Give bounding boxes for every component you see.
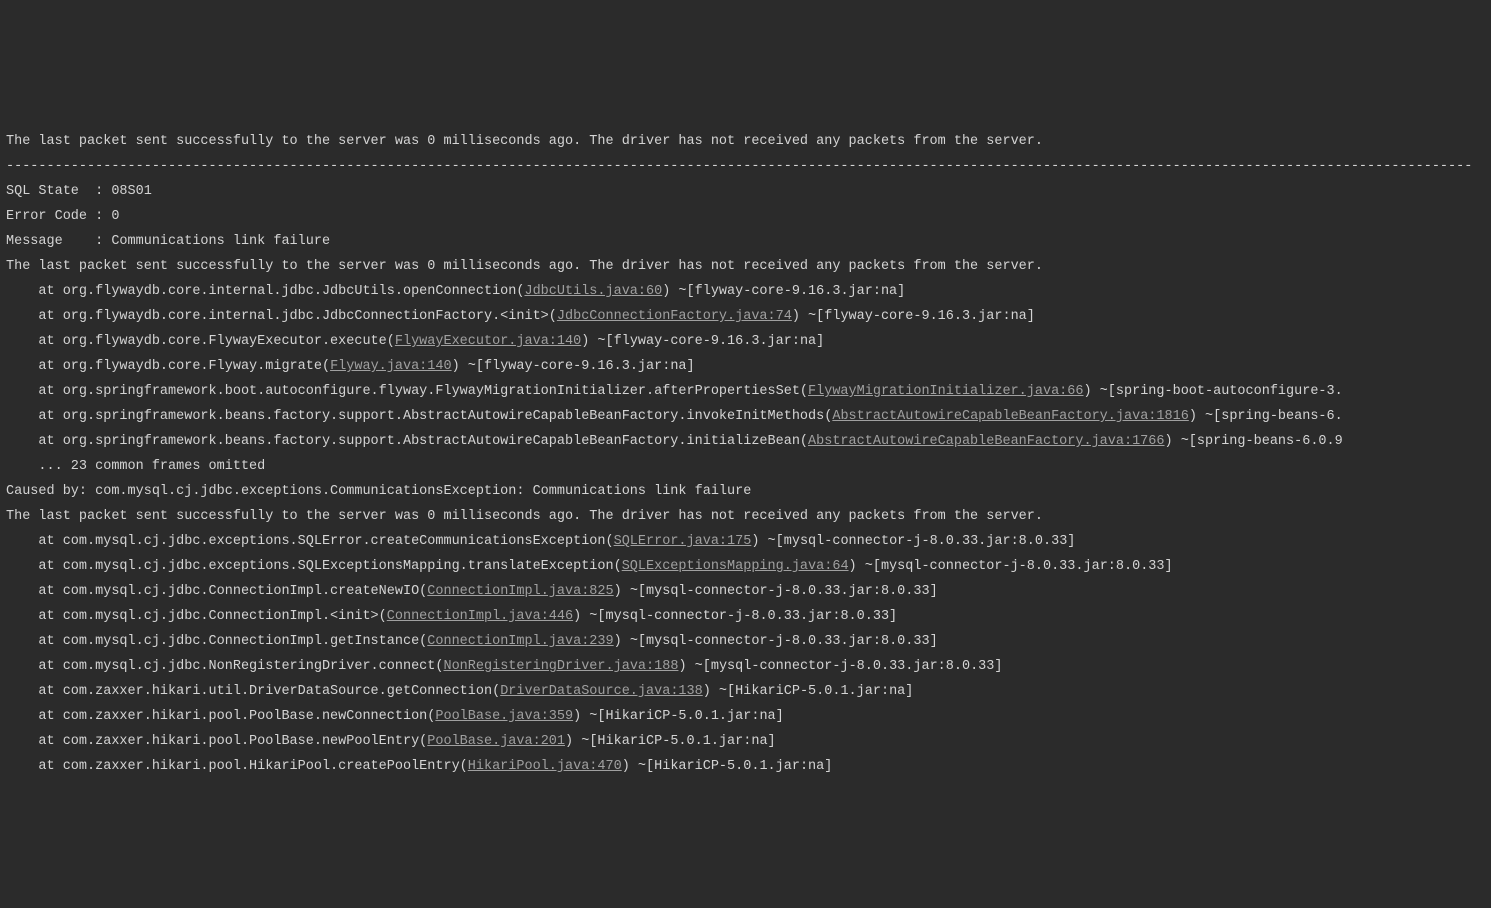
stack-frame-line: at org.flywaydb.core.Flyway.migrate(Flyw…	[6, 354, 1485, 379]
console-output[interactable]: The last packet sent successfully to the…	[0, 125, 1491, 783]
log-text: SQL State : 08S01	[6, 184, 152, 199]
source-link[interactable]: FlywayMigrationInitializer.java:66	[808, 384, 1083, 399]
log-line: ----------------------------------------…	[6, 154, 1485, 179]
stack-frame-line: at com.mysql.cj.jdbc.ConnectionImpl.getI…	[6, 629, 1485, 654]
log-text: The last packet sent successfully to the…	[6, 259, 1043, 274]
frame-after-text: ) ~[flyway-core-9.16.3.jar:na]	[452, 359, 695, 374]
log-line: Message : Communications link failure	[6, 229, 1485, 254]
log-text: Message : Communications link failure	[6, 234, 330, 249]
stack-frame-line: at com.zaxxer.hikari.pool.PoolBase.newCo…	[6, 704, 1485, 729]
frame-before-text: at org.flywaydb.core.Flyway.migrate(	[6, 359, 330, 374]
frame-after-text: ) ~[HikariCP-5.0.1.jar:na]	[703, 684, 914, 699]
stack-frame-line: at com.mysql.cj.jdbc.exceptions.SQLExcep…	[6, 554, 1485, 579]
frame-after-text: ) ~[mysql-connector-j-8.0.33.jar:8.0.33]	[849, 559, 1173, 574]
frame-before-text: at org.flywaydb.core.internal.jdbc.JdbcC…	[6, 309, 557, 324]
log-text: ----------------------------------------…	[6, 159, 1472, 174]
source-link[interactable]: HikariPool.java:470	[468, 759, 622, 774]
frame-after-text: ) ~[flyway-core-9.16.3.jar:na]	[792, 309, 1035, 324]
log-line: The last packet sent successfully to the…	[6, 254, 1485, 279]
frame-after-text: ) ~[HikariCP-5.0.1.jar:na]	[565, 734, 776, 749]
frame-before-text: at com.mysql.cj.jdbc.ConnectionImpl.<ini…	[6, 609, 387, 624]
frame-before-text: at com.mysql.cj.jdbc.exceptions.SQLExcep…	[6, 559, 622, 574]
log-line: ... 23 common frames omitted	[6, 454, 1485, 479]
frame-before-text: at com.mysql.cj.jdbc.ConnectionImpl.crea…	[6, 584, 427, 599]
frame-before-text: at com.zaxxer.hikari.pool.HikariPool.cre…	[6, 759, 468, 774]
stack-frame-line: at com.mysql.cj.jdbc.ConnectionImpl.crea…	[6, 579, 1485, 604]
frame-before-text: at com.zaxxer.hikari.pool.PoolBase.newCo…	[6, 709, 435, 724]
stack-frame-line: at org.flywaydb.core.FlywayExecutor.exec…	[6, 329, 1485, 354]
stack-frame-line: at com.zaxxer.hikari.util.DriverDataSour…	[6, 679, 1485, 704]
source-link[interactable]: ConnectionImpl.java:446	[387, 609, 573, 624]
frame-after-text: ) ~[flyway-core-9.16.3.jar:na]	[662, 284, 905, 299]
source-link[interactable]: FlywayExecutor.java:140	[395, 334, 581, 349]
frame-before-text: at org.springframework.beans.factory.sup…	[6, 409, 832, 424]
frame-after-text: ) ~[spring-boot-autoconfigure-3.	[1083, 384, 1342, 399]
frame-after-text: ) ~[HikariCP-5.0.1.jar:na]	[573, 709, 784, 724]
stack-frame-line: at com.mysql.cj.jdbc.ConnectionImpl.<ini…	[6, 604, 1485, 629]
log-text: Error Code : 0	[6, 209, 119, 224]
log-line: The last packet sent successfully to the…	[6, 129, 1485, 154]
frame-after-text: ) ~[mysql-connector-j-8.0.33.jar:8.0.33]	[678, 659, 1002, 674]
frame-before-text: at org.springframework.beans.factory.sup…	[6, 434, 808, 449]
source-link[interactable]: ConnectionImpl.java:239	[427, 634, 613, 649]
frame-after-text: ) ~[flyway-core-9.16.3.jar:na]	[581, 334, 824, 349]
source-link[interactable]: JdbcConnectionFactory.java:74	[557, 309, 792, 324]
frame-before-text: at com.zaxxer.hikari.util.DriverDataSour…	[6, 684, 500, 699]
source-link[interactable]: SQLError.java:175	[614, 534, 752, 549]
log-line: The last packet sent successfully to the…	[6, 504, 1485, 529]
frame-before-text: at org.springframework.boot.autoconfigur…	[6, 384, 808, 399]
source-link[interactable]: PoolBase.java:201	[427, 734, 565, 749]
frame-before-text: at com.mysql.cj.jdbc.exceptions.SQLError…	[6, 534, 614, 549]
frame-after-text: ) ~[mysql-connector-j-8.0.33.jar:8.0.33]	[614, 584, 938, 599]
stack-frame-line: at org.springframework.boot.autoconfigur…	[6, 379, 1485, 404]
log-line: Error Code : 0	[6, 204, 1485, 229]
stack-frame-line: at com.zaxxer.hikari.pool.PoolBase.newPo…	[6, 729, 1485, 754]
stack-frame-line: at com.mysql.cj.jdbc.NonRegisteringDrive…	[6, 654, 1485, 679]
source-link[interactable]: DriverDataSource.java:138	[500, 684, 703, 699]
source-link[interactable]: NonRegisteringDriver.java:188	[443, 659, 678, 674]
source-link[interactable]: PoolBase.java:359	[435, 709, 573, 724]
stack-frame-line: at org.springframework.beans.factory.sup…	[6, 429, 1485, 454]
log-text: Caused by: com.mysql.cj.jdbc.exceptions.…	[6, 484, 751, 499]
frame-after-text: ) ~[mysql-connector-j-8.0.33.jar:8.0.33]	[751, 534, 1075, 549]
frame-after-text: ) ~[mysql-connector-j-8.0.33.jar:8.0.33]	[573, 609, 897, 624]
stack-frame-line: at org.flywaydb.core.internal.jdbc.JdbcC…	[6, 304, 1485, 329]
log-line: SQL State : 08S01	[6, 179, 1485, 204]
stack-frame-line: at com.zaxxer.hikari.pool.HikariPool.cre…	[6, 754, 1485, 779]
log-text: The last packet sent successfully to the…	[6, 509, 1043, 524]
source-link[interactable]: SQLExceptionsMapping.java:64	[622, 559, 849, 574]
frame-before-text: at com.mysql.cj.jdbc.ConnectionImpl.getI…	[6, 634, 427, 649]
source-link[interactable]: Flyway.java:140	[330, 359, 452, 374]
log-line: Caused by: com.mysql.cj.jdbc.exceptions.…	[6, 479, 1485, 504]
source-link[interactable]: ConnectionImpl.java:825	[427, 584, 613, 599]
frame-before-text: at com.mysql.cj.jdbc.NonRegisteringDrive…	[6, 659, 443, 674]
source-link[interactable]: AbstractAutowireCapableBeanFactory.java:…	[832, 409, 1188, 424]
frame-after-text: ) ~[spring-beans-6.	[1189, 409, 1343, 424]
stack-frame-line: at org.flywaydb.core.internal.jdbc.JdbcU…	[6, 279, 1485, 304]
stack-frame-line: at com.mysql.cj.jdbc.exceptions.SQLError…	[6, 529, 1485, 554]
frame-before-text: at com.zaxxer.hikari.pool.PoolBase.newPo…	[6, 734, 427, 749]
frame-before-text: at org.flywaydb.core.internal.jdbc.JdbcU…	[6, 284, 524, 299]
frame-before-text: at org.flywaydb.core.FlywayExecutor.exec…	[6, 334, 395, 349]
log-text: ... 23 common frames omitted	[6, 459, 265, 474]
frame-after-text: ) ~[mysql-connector-j-8.0.33.jar:8.0.33]	[614, 634, 938, 649]
source-link[interactable]: JdbcUtils.java:60	[524, 284, 662, 299]
source-link[interactable]: AbstractAutowireCapableBeanFactory.java:…	[808, 434, 1164, 449]
frame-after-text: ) ~[HikariCP-5.0.1.jar:na]	[622, 759, 833, 774]
stack-frame-line: at org.springframework.beans.factory.sup…	[6, 404, 1485, 429]
frame-after-text: ) ~[spring-beans-6.0.9	[1165, 434, 1343, 449]
log-text: The last packet sent successfully to the…	[6, 134, 1043, 149]
